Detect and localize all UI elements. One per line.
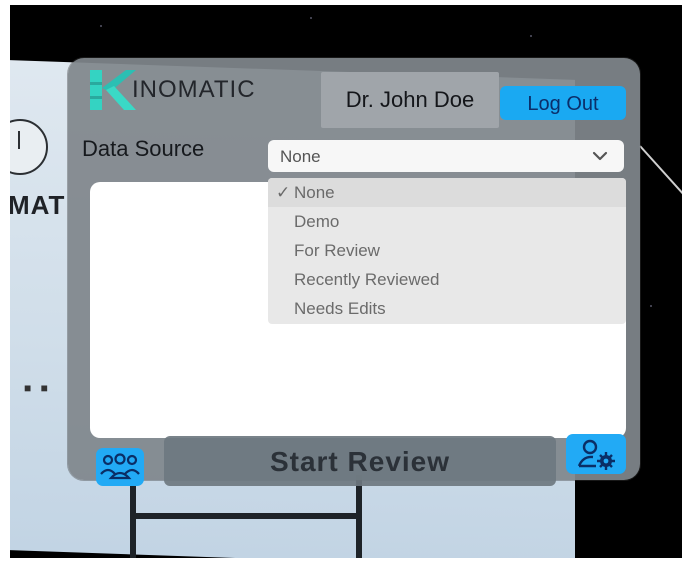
pointer-ray [639, 145, 682, 199]
logout-button[interactable]: Log Out [500, 86, 626, 120]
option-label: Demo [294, 212, 340, 231]
background-text: MAT [10, 190, 66, 220]
background-table [130, 475, 362, 558]
logo-wordmark: INOMATIC [132, 76, 256, 103]
dropdown-option-demo[interactable]: Demo [268, 207, 626, 236]
user-name: Dr. John Doe [321, 72, 499, 128]
checkmark-icon: ✓ [276, 183, 291, 202]
dropdown-option-recently-reviewed[interactable]: Recently Reviewed [268, 265, 626, 294]
option-label: Recently Reviewed [294, 270, 440, 289]
data-source-dropdown[interactable]: None [268, 140, 624, 172]
app-logo: INOMATIC [88, 68, 298, 112]
chevron-down-icon [592, 151, 608, 161]
main-panel: INOMATIC Dr. John Doe Log Out Data Sourc… [68, 58, 640, 486]
dropdown-menu: ✓ None Demo For Review Recently Reviewed… [268, 178, 626, 324]
start-review-button[interactable]: Start Review [164, 436, 556, 486]
k-logo-icon [90, 70, 136, 110]
option-label: Needs Edits [294, 299, 386, 318]
dropdown-selected-value: None [280, 147, 321, 166]
option-label: For Review [294, 241, 380, 260]
option-label: None [294, 183, 335, 202]
team-icon [100, 453, 140, 480]
dropdown-option-none[interactable]: ✓ None [268, 178, 626, 207]
user-settings-button[interactable] [566, 434, 626, 474]
dropdown-option-needs-edits[interactable]: Needs Edits [268, 294, 626, 323]
team-button[interactable] [96, 448, 144, 486]
background-dots: ■ ■ [24, 381, 51, 395]
dropdown-option-for-review[interactable]: For Review [268, 236, 626, 265]
data-source-label: Data Source [82, 136, 205, 161]
user-settings-icon [577, 439, 615, 470]
